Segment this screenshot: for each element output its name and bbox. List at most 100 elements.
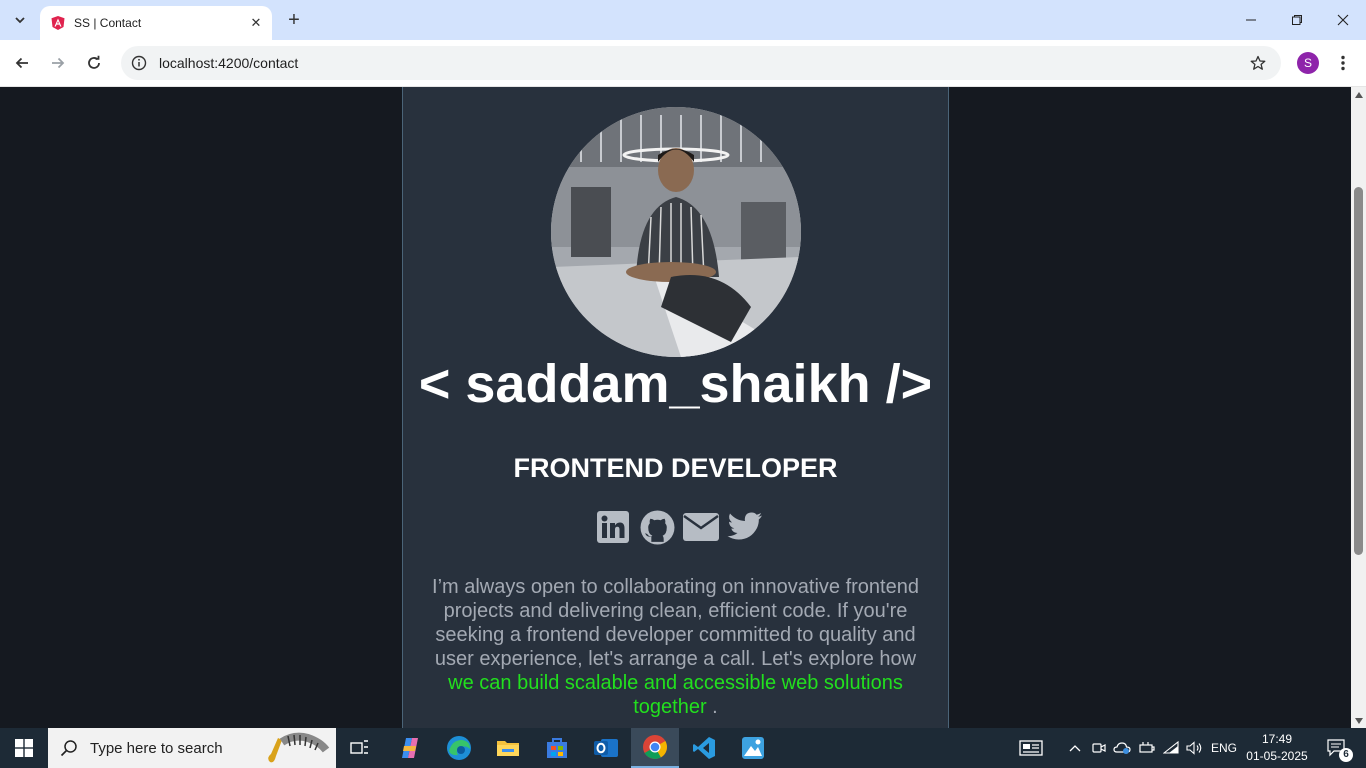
github-icon: [640, 510, 674, 544]
microsoft-store-app[interactable]: [533, 728, 581, 768]
more-vertical-icon: [1341, 55, 1345, 71]
windows-icon: [15, 739, 33, 757]
arrow-right-icon: [52, 57, 65, 69]
profile-photo: [551, 107, 801, 357]
bookmark-button[interactable]: [1243, 48, 1273, 78]
star-icon: [1250, 55, 1266, 70]
wifi-icon: [1163, 741, 1179, 754]
search-icon: [60, 740, 77, 757]
taskbar-search[interactable]: Type here to search: [48, 728, 336, 768]
linkedin-icon: [597, 511, 629, 543]
tab-search-button[interactable]: [6, 6, 34, 34]
meet-now-tray[interactable]: [1088, 728, 1110, 768]
photos-app[interactable]: [729, 728, 777, 768]
volume-tray[interactable]: [1184, 728, 1206, 768]
info-icon: [131, 55, 147, 71]
task-view-icon: [350, 740, 368, 754]
folder-icon: [497, 741, 519, 756]
developer-name: < saddam_shaikh />: [418, 354, 933, 414]
about-highlight-text: we can build scalable and accessible web…: [448, 672, 903, 718]
restore-button[interactable]: [1274, 0, 1320, 40]
scroll-up-button[interactable]: [1351, 87, 1366, 102]
reload-button[interactable]: [79, 48, 109, 78]
copilot-app[interactable]: [386, 728, 434, 768]
close-window-button[interactable]: [1320, 0, 1366, 40]
new-tab-button[interactable]: +: [280, 6, 308, 34]
speaker-icon: [1186, 741, 1202, 755]
page-scrollbar[interactable]: [1351, 87, 1366, 728]
linkedin-link[interactable]: [595, 509, 631, 545]
vscode-app[interactable]: [680, 728, 728, 768]
taskbar-clock[interactable]: 17:49 01-05-2025: [1244, 731, 1310, 765]
minimize-icon: [1246, 19, 1256, 21]
twitter-icon: [727, 512, 762, 540]
back-button[interactable]: [7, 48, 37, 78]
edge-app[interactable]: [435, 728, 483, 768]
github-link[interactable]: [639, 509, 675, 545]
news-widget[interactable]: [1014, 728, 1048, 768]
cloud-sync-icon: [1113, 742, 1131, 754]
developer-role: FRONTEND DEVELOPER: [513, 453, 838, 483]
minimize-button[interactable]: [1228, 0, 1274, 40]
chrome-app[interactable]: [631, 728, 679, 768]
notifications-button[interactable]: 6: [1320, 728, 1354, 768]
search-highlight-icon: [268, 732, 330, 763]
triangle-up-icon: [1354, 91, 1363, 98]
task-view-button[interactable]: [336, 728, 384, 768]
about-plain-text: I’m always open to collaborating on inno…: [432, 576, 919, 670]
close-icon: [1337, 14, 1349, 26]
network-tray[interactable]: [1160, 728, 1184, 768]
tab-strip: SS | Contact ✕ +: [0, 0, 1366, 40]
reload-icon: [88, 55, 100, 69]
language-indicator: ENG: [1210, 741, 1237, 755]
arrow-left-icon: [15, 57, 28, 69]
browser-toolbar: localhost:4200/contact: [0, 40, 1366, 87]
input-language[interactable]: ENG: [1208, 728, 1240, 768]
angular-icon: [51, 16, 65, 30]
notification-badge: 6: [1339, 748, 1353, 762]
url-text[interactable]: localhost:4200/contact: [159, 55, 1243, 71]
about-end-text: .: [706, 696, 718, 718]
browser-tab-active[interactable]: SS | Contact ✕: [40, 6, 272, 40]
windows-taskbar: Type here to search ENG 17:49 01-05-2025…: [0, 728, 1366, 768]
email-link[interactable]: [683, 509, 719, 545]
page-viewport: < saddam_shaikh /> FRONTEND DEVELOPER I’…: [0, 87, 1351, 728]
scroll-thumb[interactable]: [1354, 187, 1363, 555]
contact-card: < saddam_shaikh /> FRONTEND DEVELOPER I’…: [402, 87, 949, 728]
person-photo-icon: [551, 107, 801, 357]
power-plug-icon: [1139, 742, 1155, 753]
outlook-icon: [594, 739, 618, 757]
photos-icon: [742, 737, 764, 759]
triangle-down-icon: [1354, 717, 1363, 724]
battery-tray[interactable]: [1136, 728, 1158, 768]
scroll-down-button[interactable]: [1351, 713, 1366, 728]
file-explorer-app[interactable]: [484, 728, 532, 768]
outlook-app[interactable]: [582, 728, 630, 768]
edge-icon: [447, 736, 471, 760]
vscode-icon: [693, 737, 715, 759]
restore-icon: [1292, 15, 1302, 25]
show-hidden-icons[interactable]: [1064, 728, 1086, 768]
browser-menu-button[interactable]: [1332, 49, 1354, 77]
address-bar[interactable]: localhost:4200/contact: [121, 46, 1281, 80]
twitter-link[interactable]: [727, 509, 763, 545]
forward-button[interactable]: [43, 48, 73, 78]
search-placeholder: Type here to search: [90, 739, 223, 757]
close-tab-icon[interactable]: ✕: [246, 13, 266, 33]
email-icon: [683, 513, 719, 541]
news-icon: [1019, 740, 1043, 756]
copilot-icon: [402, 738, 418, 758]
chevron-down-icon: [15, 17, 25, 24]
site-info-button[interactable]: [123, 47, 155, 79]
social-links: [595, 509, 765, 545]
store-icon: [547, 738, 567, 758]
chrome-icon: [643, 735, 667, 759]
onedrive-tray[interactable]: [1110, 728, 1134, 768]
profile-avatar[interactable]: S: [1297, 52, 1319, 74]
camera-icon: [1092, 743, 1106, 753]
tab-title: SS | Contact: [74, 16, 142, 30]
start-button[interactable]: [0, 728, 48, 768]
clock-time: 17:49: [1261, 732, 1293, 746]
about-text: I’m always open to collaborating on inno…: [423, 575, 928, 719]
clock-date: 01-05-2025: [1246, 749, 1308, 763]
